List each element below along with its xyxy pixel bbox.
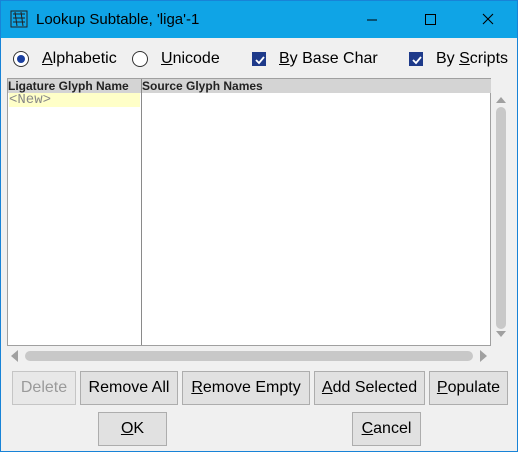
window-title: Lookup Subtable, 'liga'-1 xyxy=(36,11,200,28)
radio-unchecked-icon[interactable] xyxy=(132,51,148,67)
scroll-right-arrow-icon[interactable] xyxy=(480,350,487,362)
add-selected-button[interactable]: Add Selected xyxy=(314,371,425,405)
scroll-down-arrow-icon[interactable] xyxy=(496,331,506,337)
populate-button[interactable]: Populate xyxy=(429,371,508,405)
maximize-icon[interactable] xyxy=(407,1,453,38)
remove-empty-button[interactable]: Remove Empty xyxy=(182,371,310,405)
cancel-button[interactable]: Cancel xyxy=(352,412,421,446)
scroll-up-arrow-icon[interactable] xyxy=(496,97,506,103)
horizontal-scrollbar[interactable] xyxy=(7,347,491,365)
vertical-scrollbar[interactable] xyxy=(492,91,512,343)
lookup-subtable-dialog: Lookup Subtable, 'liga'-1 Alphabetic Uni… xyxy=(0,0,518,452)
checkbox-checked-icon[interactable] xyxy=(409,52,423,66)
title-bar[interactable]: Lookup Subtable, 'liga'-1 xyxy=(1,1,517,38)
ligature-table[interactable]: Ligature Glyph Name Source Glyph Names <… xyxy=(7,78,491,346)
unicode-radio[interactable]: Unicode xyxy=(132,45,220,73)
by-scripts-checkbox[interactable]: By Scripts xyxy=(409,45,508,73)
delete-button[interactable]: Delete xyxy=(12,371,76,405)
close-icon[interactable] xyxy=(465,1,511,38)
by-base-char-checkbox[interactable]: By Base Char xyxy=(252,45,378,73)
checkbox-checked-icon[interactable] xyxy=(252,52,266,66)
alphabetic-radio[interactable]: Alphabetic xyxy=(13,45,117,73)
vertical-scroll-thumb[interactable] xyxy=(496,107,506,329)
minimize-icon[interactable] xyxy=(349,1,395,38)
ok-button[interactable]: OK xyxy=(98,412,167,446)
new-row-cell[interactable]: <New> xyxy=(9,93,140,107)
radio-checked-icon[interactable] xyxy=(13,51,29,67)
column-divider[interactable] xyxy=(141,79,142,345)
horizontal-scroll-thumb[interactable] xyxy=(25,351,473,361)
app-icon xyxy=(10,10,28,28)
remove-all-button[interactable]: Remove All xyxy=(80,371,178,405)
sort-options: Alphabetic Unicode By Base Char By Scrip… xyxy=(1,45,517,73)
scroll-left-arrow-icon[interactable] xyxy=(11,350,18,362)
column-header-ligature[interactable]: Ligature Glyph Name xyxy=(8,79,141,93)
column-header-sources[interactable]: Source Glyph Names xyxy=(142,79,491,93)
